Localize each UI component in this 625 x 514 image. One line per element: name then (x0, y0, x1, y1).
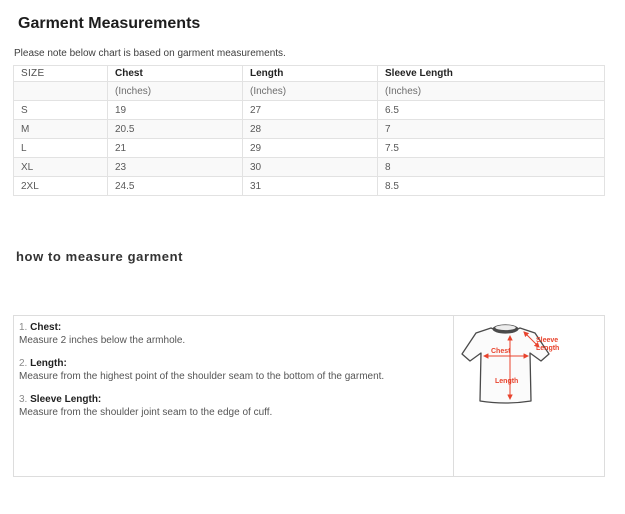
table-header-row: SIZE Chest Length Sleeve Length (14, 66, 605, 82)
size-chart-page: Garment Measurements Please note below c… (0, 14, 625, 477)
length-label: Length (495, 378, 518, 385)
diagram-panel: Chest Length Sleeve Length (454, 316, 604, 476)
cell-size: S (14, 101, 108, 120)
instruction-label: 2. Length: (19, 357, 445, 370)
units-cell-sleeve: (Inches) (378, 82, 605, 101)
note-text: Please note below chart is based on garm… (14, 48, 605, 59)
cell-length: 31 (243, 177, 378, 196)
column-header-length: Length (243, 66, 378, 82)
cell-sleeve: 7 (378, 120, 605, 139)
instruction-number: 2. (19, 358, 27, 369)
table-row-xl: XL 23 30 8 (14, 158, 605, 177)
cell-length: 30 (243, 158, 378, 177)
collar-inner-shape (495, 325, 515, 330)
units-cell-chest: (Inches) (108, 82, 243, 101)
sleeve-label-line2: Length (536, 345, 559, 352)
instruction-length: 2. Length: Measure from the highest poin… (19, 357, 445, 383)
instruction-chest: 1. Chest: Measure 2 inches below the arm… (19, 321, 445, 347)
instruction-number: 3. (19, 394, 27, 405)
cell-chest: 19 (108, 101, 243, 120)
measure-box: 1. Chest: Measure 2 inches below the arm… (13, 315, 605, 477)
chest-label: Chest (491, 348, 511, 355)
cell-sleeve: 8 (378, 158, 605, 177)
cell-chest: 21 (108, 139, 243, 158)
cell-length: 28 (243, 120, 378, 139)
instruction-title: Sleeve Length: (30, 394, 101, 405)
table-row-m: M 20.5 28 7 (14, 120, 605, 139)
cell-sleeve: 8.5 (378, 177, 605, 196)
instruction-number: 1. (19, 322, 27, 333)
instruction-label: 1. Chest: (19, 321, 445, 334)
cell-chest: 20.5 (108, 120, 243, 139)
table-row-l: L 21 29 7.5 (14, 139, 605, 158)
cell-sleeve: 7.5 (378, 139, 605, 158)
instruction-title: Length: (30, 358, 67, 369)
column-header-sleeve-length: Sleeve Length (378, 66, 605, 82)
cell-sleeve: 6.5 (378, 101, 605, 120)
cell-size: L (14, 139, 108, 158)
tshirt-diagram-icon: Chest Length Sleeve Length (454, 316, 604, 436)
section-title: how to measure garment (16, 250, 605, 264)
instructions-panel: 1. Chest: Measure 2 inches below the arm… (14, 316, 454, 476)
sleeve-label-line1: Sleeve (536, 337, 558, 344)
cell-chest: 24.5 (108, 177, 243, 196)
page-title: Garment Measurements (18, 14, 605, 34)
instruction-text: Measure 2 inches below the armhole. (19, 334, 445, 347)
units-cell-size (14, 82, 108, 101)
table-row-s: S 19 27 6.5 (14, 101, 605, 120)
cell-length: 27 (243, 101, 378, 120)
cell-chest: 23 (108, 158, 243, 177)
cell-length: 29 (243, 139, 378, 158)
units-cell-length: (Inches) (243, 82, 378, 101)
measurements-table: SIZE Chest Length Sleeve Length (Inches)… (13, 65, 605, 196)
table-row-2xl: 2XL 24.5 31 8.5 (14, 177, 605, 196)
cell-size: XL (14, 158, 108, 177)
instruction-label: 3. Sleeve Length: (19, 393, 445, 406)
instruction-text: Measure from the shoulder joint seam to … (19, 406, 445, 419)
cell-size: 2XL (14, 177, 108, 196)
instruction-text: Measure from the highest point of the sh… (19, 370, 445, 383)
instruction-title: Chest: (30, 322, 61, 333)
column-header-size: SIZE (14, 66, 108, 82)
column-header-chest: Chest (108, 66, 243, 82)
cell-size: M (14, 120, 108, 139)
table-units-row: (Inches) (Inches) (Inches) (14, 82, 605, 101)
instruction-sleeve-length: 3. Sleeve Length: Measure from the shoul… (19, 393, 445, 419)
